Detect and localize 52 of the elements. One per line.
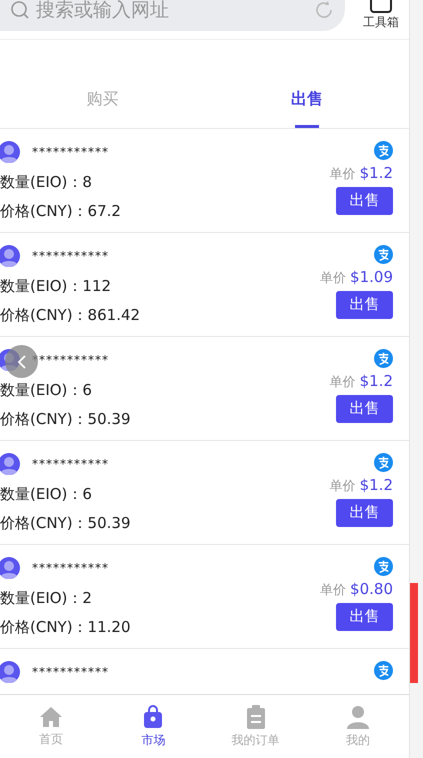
quantity-text: 数量(EIO)：112 — [0, 276, 112, 297]
unit-price: $1.2 — [360, 475, 393, 496]
avatar-icon — [0, 141, 20, 163]
search-input[interactable]: 搜索或输入网址 — [36, 0, 307, 24]
user-name: *********** — [32, 248, 109, 265]
unit-price: $1.2 — [360, 163, 393, 184]
quantity-text: 数量(EIO)：2 — [0, 588, 92, 609]
unit-price-label: 单价 — [330, 166, 356, 184]
nav-tab[interactable]: 市场 — [102, 695, 204, 758]
clipboard-icon — [246, 704, 266, 728]
price-text: 价格(CNY)：50.39 — [0, 512, 131, 534]
alipay-icon — [374, 453, 393, 472]
unit-price-label: 单价 — [330, 478, 356, 496]
avatar-icon — [0, 557, 20, 579]
alipay-icon — [374, 557, 393, 576]
price-text: 价格(CNY)：861.42 — [0, 304, 140, 326]
price-text: 价格(CNY)：50.39 — [0, 408, 131, 430]
unit-price: $1.2 — [360, 371, 393, 392]
person-icon — [346, 704, 370, 728]
user-name: *********** — [32, 560, 109, 577]
alipay-icon — [374, 245, 393, 264]
sell-button[interactable]: 出售 — [336, 394, 393, 422]
toolbox-icon — [369, 0, 393, 13]
search-field[interactable]: 搜索或输入网址 — [0, 0, 345, 31]
avatar-icon — [0, 453, 20, 475]
sell-button[interactable]: 出售 — [336, 602, 393, 630]
sell-button[interactable]: 出售 — [336, 290, 393, 318]
toolbox-button[interactable]: 工具箱 — [353, 0, 409, 31]
unit-price: $1.09 — [350, 267, 393, 288]
quantity-text: 数量(EIO)：8 — [0, 172, 92, 193]
sell-button[interactable]: 出售 — [336, 186, 393, 214]
price-text: 价格(CNY)：11.20 — [0, 616, 131, 638]
avatar-icon — [0, 661, 20, 683]
user-name: *********** — [32, 664, 109, 681]
sell-button[interactable]: 出售 — [336, 498, 393, 526]
shopping-bag-icon — [142, 704, 164, 728]
unit-price: $0.80 — [350, 579, 393, 600]
alipay-icon — [374, 661, 393, 680]
unit-price-label: 单价 — [320, 582, 346, 600]
alipay-icon — [374, 349, 393, 368]
search-icon — [10, 0, 30, 20]
quantity-text: 数量(EIO)：6 — [0, 484, 92, 505]
alipay-icon — [374, 141, 393, 160]
avatar-icon — [0, 245, 20, 267]
unit-price-label: 单价 — [320, 270, 346, 288]
user-name: *********** — [32, 144, 109, 161]
quantity-text: 数量(EIO)：6 — [0, 380, 92, 401]
home-icon — [39, 706, 64, 728]
unit-price-label: 单价 — [330, 374, 356, 392]
user-name: *********** — [32, 456, 109, 473]
user-name: *********** — [32, 352, 109, 369]
price-text: 价格(CNY)：67.2 — [0, 200, 121, 222]
